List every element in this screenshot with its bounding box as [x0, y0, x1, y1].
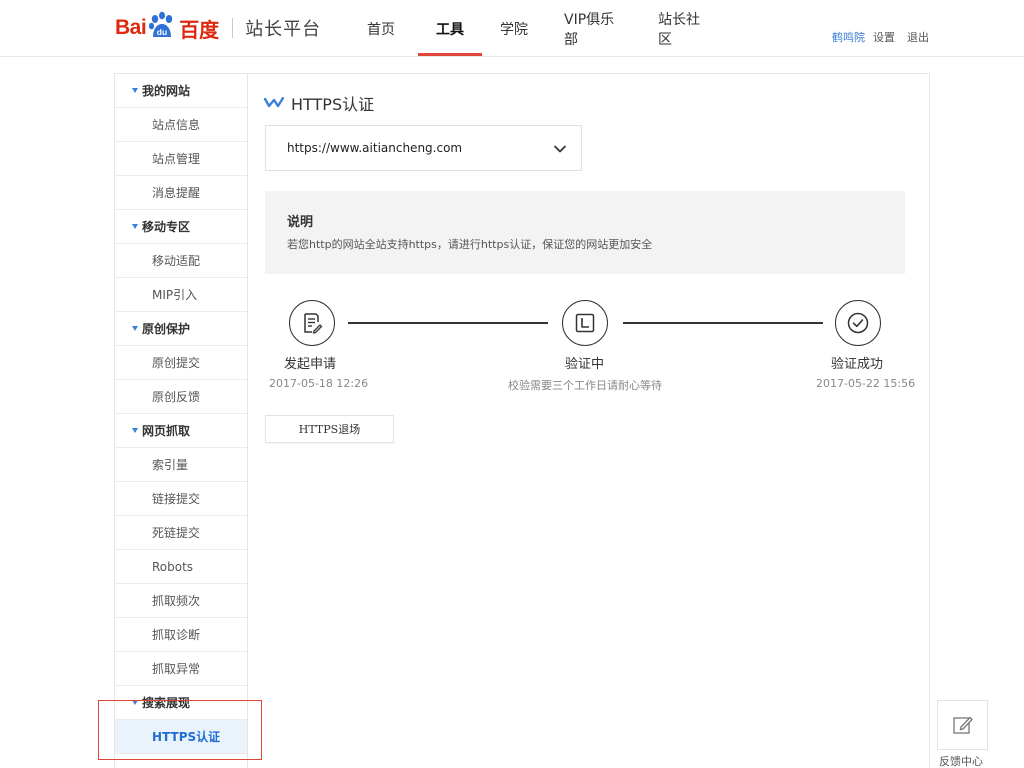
sidebar-item-crawl-frequency[interactable]: 抓取频次 — [115, 584, 247, 618]
sidebar-item-site-manage[interactable]: 站点管理 — [115, 142, 247, 176]
caret-down-icon — [132, 428, 138, 433]
document-edit-icon — [304, 313, 323, 334]
nav-community[interactable]: 站长社区 — [642, 0, 720, 57]
sidebar-item-original-submit[interactable]: 原创提交 — [115, 346, 247, 380]
https-exit-button[interactable]: HTTPS退场 — [265, 415, 394, 443]
step-connector-2 — [623, 322, 823, 324]
sidebar-group-label: 网页抓取 — [142, 424, 191, 438]
sidebar-item-deadlink-submit[interactable]: 死链提交 — [115, 516, 247, 550]
step-2-label: 验证中 — [565, 357, 605, 372]
chevron-down-icon — [554, 145, 566, 153]
step-3-circle — [835, 300, 881, 346]
sidebar-group-label: 搜索展现 — [142, 696, 191, 710]
logo-bai-text: Bai — [115, 16, 147, 39]
feedback-button[interactable] — [937, 700, 988, 750]
caret-down-icon — [132, 224, 138, 229]
sidebar-group-label: 移动专区 — [142, 220, 191, 234]
nav-home[interactable]: 首页 — [350, 0, 412, 57]
step-1-date: 2017-05-18 12:26 — [269, 377, 369, 390]
main-nav: 首页 工具 学院 VIP俱乐部 站长社区 — [350, 0, 720, 57]
clock-icon — [575, 313, 595, 333]
nav-academy[interactable]: 学院 — [482, 0, 546, 57]
step-3-date: 2017-05-22 15:56 — [816, 377, 916, 390]
sidebar-group-original[interactable]: 原创保护 — [115, 312, 247, 346]
sidebar-group-label: 原创保护 — [142, 322, 191, 336]
paw-icon: du — [149, 11, 173, 37]
logout-link[interactable]: 退出 — [907, 29, 929, 45]
nav-vip-club[interactable]: VIP俱乐部 — [548, 0, 642, 57]
caret-down-icon — [132, 700, 138, 705]
sidebar-group-mobile[interactable]: 移动专区 — [115, 210, 247, 244]
main-panel: HTTPS认证 https://www.aitiancheng.com 说明 若… — [249, 74, 929, 768]
sidebar-item-index[interactable]: 索引量 — [115, 448, 247, 482]
sidebar-item-robots[interactable]: Robots — [115, 550, 247, 584]
sidebar-group-crawl[interactable]: 网页抓取 — [115, 414, 247, 448]
sidebar-item-link-submit[interactable]: 链接提交 — [115, 482, 247, 516]
user-name-link[interactable]: 鹤鸣院 — [832, 29, 865, 45]
logo-divider — [232, 18, 234, 38]
step-2-note: 校验需要三个工作日请耐心等待 — [508, 379, 662, 392]
caret-down-icon — [132, 88, 138, 93]
sidebar-item-mobile-adapt[interactable]: 移动适配 — [115, 244, 247, 278]
step-1-circle — [289, 300, 335, 346]
baidu-logo[interactable]: Bai du 百度 站长平台 — [115, 10, 321, 46]
logo-chinese-text: 百度 — [179, 17, 220, 42]
sidebar-item-crawl-errors[interactable]: 抓取异常 — [115, 652, 247, 686]
feedback-label[interactable]: 反馈中心 — [939, 753, 983, 768]
step-connector-1 — [348, 322, 548, 324]
top-header: Bai du 百度 站长平台 首页 工具 学院 VIP俱乐部 站长社区 鹤鸣院 … — [0, 0, 1024, 57]
info-title: 说明 — [287, 215, 314, 230]
sidebar-menu: 我的网站 站点信息 站点管理 消息提醒 移动专区 移动适配 MIP引入 原创保护… — [115, 74, 248, 768]
step-2-circle — [562, 300, 608, 346]
step-3-label: 验证成功 — [831, 357, 884, 372]
info-box: 说明 若您http的网站全站支持https，请进行https认证，保证您的网站更… — [265, 191, 905, 274]
nav-tools[interactable]: 工具 — [418, 0, 482, 57]
platform-title: 站长平台 — [245, 19, 322, 40]
sidebar-group-my-sites[interactable]: 我的网站 — [115, 74, 247, 108]
edit-pencil-icon — [952, 716, 973, 734]
site-select-value: https://www.aitiancheng.com — [287, 141, 463, 155]
settings-link[interactable]: 设置 — [873, 29, 895, 45]
page-title-text: HTTPS认证 — [291, 95, 375, 114]
caret-down-icon — [132, 326, 138, 331]
sidebar-item-messages[interactable]: 消息提醒 — [115, 176, 247, 210]
page-title: HTTPS认证 — [264, 91, 374, 115]
sidebar-group-search-display[interactable]: 搜索展现 — [115, 686, 247, 720]
step-1-label: 发起申请 — [284, 357, 337, 372]
sidebar-item-https-auth[interactable]: HTTPS认证 — [115, 720, 247, 754]
sidebar-item-crawl-diagnose[interactable]: 抓取诊断 — [115, 618, 247, 652]
info-text: 若您http的网站全站支持https，请进行https认证，保证您的网站更加安全 — [287, 238, 653, 251]
sidebar-item-site-info[interactable]: 站点信息 — [115, 108, 247, 142]
content-container: 我的网站 站点信息 站点管理 消息提醒 移动专区 移动适配 MIP引入 原创保护… — [114, 73, 930, 768]
site-select-dropdown[interactable]: https://www.aitiancheng.com — [265, 125, 582, 171]
sidebar-item-mip[interactable]: MIP引入 — [115, 278, 247, 312]
svg-text:du: du — [157, 27, 167, 37]
sidebar-group-label: 我的网站 — [142, 84, 191, 98]
sidebar-item-original-feedback[interactable]: 原创反馈 — [115, 380, 247, 414]
check-mark-title-icon — [264, 97, 284, 108]
user-links: 鹤鸣院 设置 退出 — [832, 29, 929, 45]
check-circle-icon — [847, 312, 869, 334]
